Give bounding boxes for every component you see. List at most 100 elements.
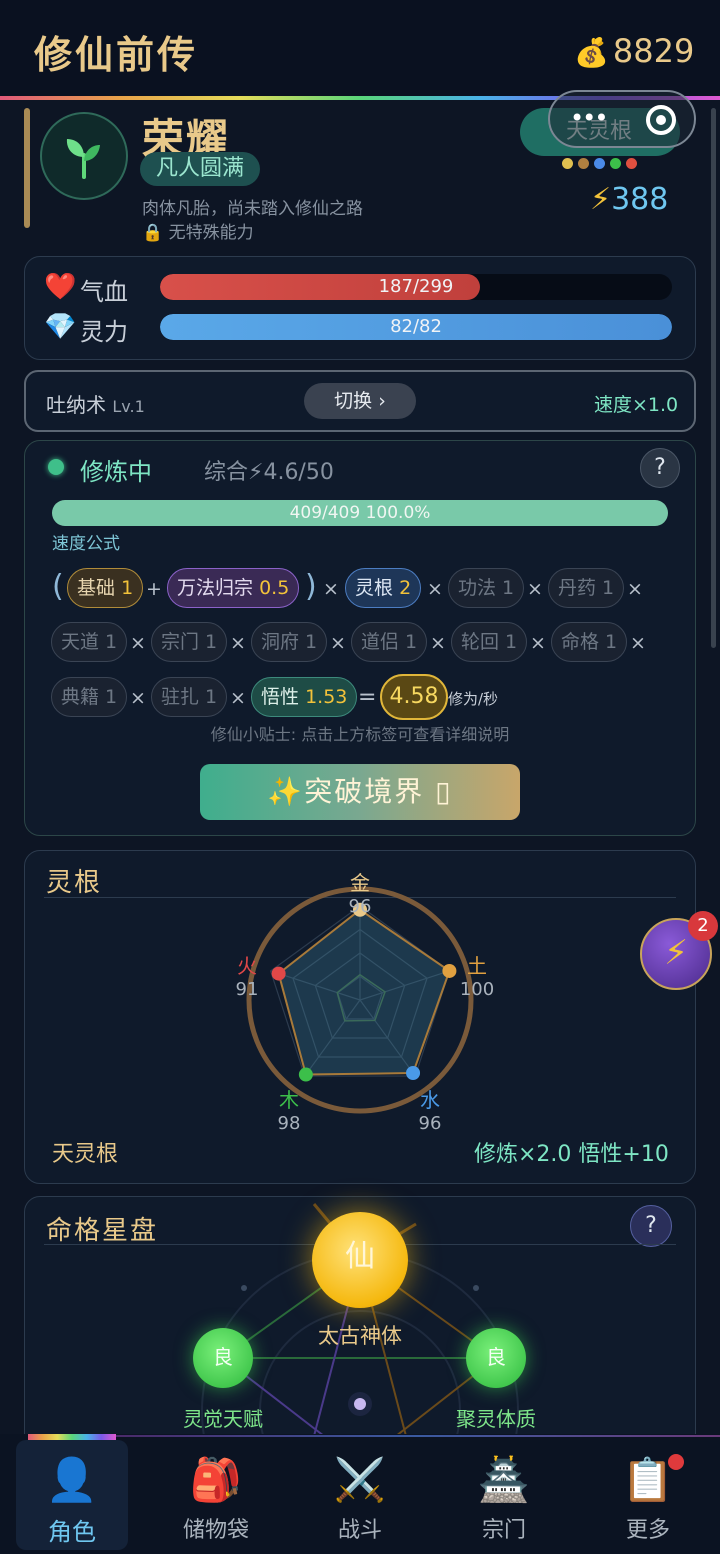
mp-value: 82/82 <box>390 316 442 337</box>
scrollbar[interactable] <box>711 108 716 648</box>
element-water: 水 96 <box>418 1088 442 1134</box>
star-node-immortal[interactable]: 仙 <box>312 1212 408 1308</box>
multiply-sign: × <box>527 578 543 600</box>
avatar[interactable] <box>40 112 128 200</box>
speed-result[interactable]: 4.58 <box>380 674 448 720</box>
mini-program-capsule[interactable]: ••• <box>548 90 696 148</box>
diamond-icon: 💎 <box>44 312 77 342</box>
nav-item-battle[interactable]: ⚔️ 战斗 <box>288 1440 432 1550</box>
hp-label: 气血 <box>80 278 128 306</box>
multiply-sign: × <box>130 632 146 654</box>
overall-rating: 综合⚡4.6/50 <box>204 460 334 485</box>
nav-item-backpack[interactable]: 🎒 储物袋 <box>144 1440 288 1550</box>
cultivation-help-button[interactable]: ? <box>640 448 680 488</box>
notification-badge: 2 <box>688 911 718 941</box>
heart-icon: ❤️ <box>44 272 77 302</box>
status-indicator-dot <box>48 459 64 475</box>
chip-pill[interactable]: 丹药 1 <box>548 568 625 608</box>
multiply-sign: × <box>230 632 246 654</box>
star-node-left[interactable]: 良 <box>193 1328 253 1388</box>
star-node-immortal-label: 太古神体 <box>318 1324 402 1348</box>
lightning-icon: ⚡ <box>664 933 688 973</box>
plus-sign: + <box>146 578 162 600</box>
element-dot <box>562 158 573 169</box>
multiply-sign: × <box>130 687 146 709</box>
cultivation-status: 修炼中 <box>80 458 152 486</box>
multiply-sign: × <box>230 687 246 709</box>
element-dot <box>626 158 637 169</box>
chip-base[interactable]: 基础 1 <box>67 568 144 608</box>
multiply-sign: × <box>627 578 643 600</box>
formula-label: 速度公式 <box>52 534 120 554</box>
close-paren: ) <box>305 569 317 604</box>
hp-value: 187/299 <box>378 276 454 297</box>
element-dot <box>578 158 589 169</box>
radar-point-4 <box>271 966 286 981</box>
star-chart-help-button[interactable]: ? <box>630 1205 672 1247</box>
chip-cave[interactable]: 洞府 1 <box>251 622 328 662</box>
chip-method[interactable]: 万法归宗 0.5 <box>167 568 300 608</box>
nav-accent-line <box>116 1435 720 1437</box>
multiply-sign: × <box>430 632 446 654</box>
star-node-right-label: 聚灵体质 <box>456 1407 536 1431</box>
switch-technique-button[interactable]: 切换 › <box>304 383 416 419</box>
star-node-right[interactable]: 良 <box>466 1328 526 1388</box>
close-target-icon[interactable] <box>646 105 676 135</box>
backpack-icon: 🎒 <box>189 1455 243 1504</box>
breakthrough-button[interactable]: ✨突破境界 ▯ <box>200 764 520 820</box>
multiply-sign: × <box>427 578 443 600</box>
chip-skill[interactable]: 功法 1 <box>448 568 525 608</box>
element-fire: 火 91 <box>235 954 259 1000</box>
chip-sect[interactable]: 宗门 1 <box>151 622 228 662</box>
radar-point-2 <box>406 1066 421 1081</box>
chip-insight[interactable]: 悟性 1.53 <box>251 677 358 717</box>
chip-heaven[interactable]: 天道 1 <box>51 622 128 662</box>
coin-amount: 8829 <box>612 32 695 70</box>
open-paren: ( <box>52 569 64 604</box>
star-node-left-label: 灵觉天赋 <box>183 1407 263 1431</box>
money-bag-icon: 💰 <box>574 36 609 69</box>
nav-item-role[interactable]: 👤 角色 <box>16 1440 128 1550</box>
more-dots-icon[interactable]: ••• <box>570 104 608 132</box>
spirit-root-title: 灵根 <box>46 868 103 898</box>
technique-speed: 速度×1.0 <box>594 394 679 416</box>
chip-reincarnation[interactable]: 轮回 1 <box>451 622 528 662</box>
element-metal: 金 96 <box>348 871 372 917</box>
technique-level: Lv.1 <box>112 397 145 416</box>
crossed-swords-icon: ⚔️ <box>333 1455 387 1504</box>
chip-root[interactable]: 灵根 2 <box>345 568 422 608</box>
chip-fate[interactable]: 命格 1 <box>551 622 628 662</box>
ability-line: 🔒 无特殊能力 <box>142 218 254 243</box>
realm-badge: 凡人圆满 <box>140 152 261 186</box>
technique-name: 吐纳术 Lv.1 <box>46 389 145 418</box>
element-dot <box>610 158 621 169</box>
element-earth: 土 100 <box>459 954 495 1000</box>
equals-sign: = <box>358 685 377 710</box>
multiply-sign: × <box>323 578 339 600</box>
radar-point-3 <box>298 1067 313 1082</box>
spirit-root-type: 天灵根 <box>52 1142 119 1167</box>
multiply-sign: × <box>630 632 646 654</box>
nav-item-sect[interactable]: 🏯 宗门 <box>432 1440 576 1550</box>
more-notification-dot <box>668 1454 684 1470</box>
person-icon: 👤 <box>45 1455 99 1504</box>
clipboard-icon: 📋 <box>621 1455 675 1504</box>
multiply-sign: × <box>330 632 346 654</box>
root-element-dots <box>562 158 637 169</box>
element-dot <box>594 158 605 169</box>
multiply-sign: × <box>530 632 546 654</box>
chip-scripture[interactable]: 典籍 1 <box>51 677 128 717</box>
ability-text: 无特殊能力 <box>168 223 254 243</box>
chip-partner[interactable]: 道侣 1 <box>351 622 428 662</box>
pagoda-icon: 🏯 <box>477 1455 531 1504</box>
speed-unit: 修为/秒 <box>448 690 499 708</box>
cultivation-tip: 修仙小贴士: 点击上方标签可查看详细说明 <box>210 725 510 744</box>
lock-icon: 🔒 <box>142 223 164 243</box>
realm-description: 肉体凡胎，尚未踏入修仙之路 <box>142 199 363 219</box>
power-value: ⚡388 <box>590 182 668 217</box>
chip-garrison[interactable]: 驻扎 1 <box>151 677 228 717</box>
element-wood: 木 98 <box>277 1088 301 1134</box>
profile-accent-bar <box>24 108 30 228</box>
nav-item-more[interactable]: 📋 更多 <box>576 1440 720 1550</box>
mp-label: 灵力 <box>80 318 128 346</box>
